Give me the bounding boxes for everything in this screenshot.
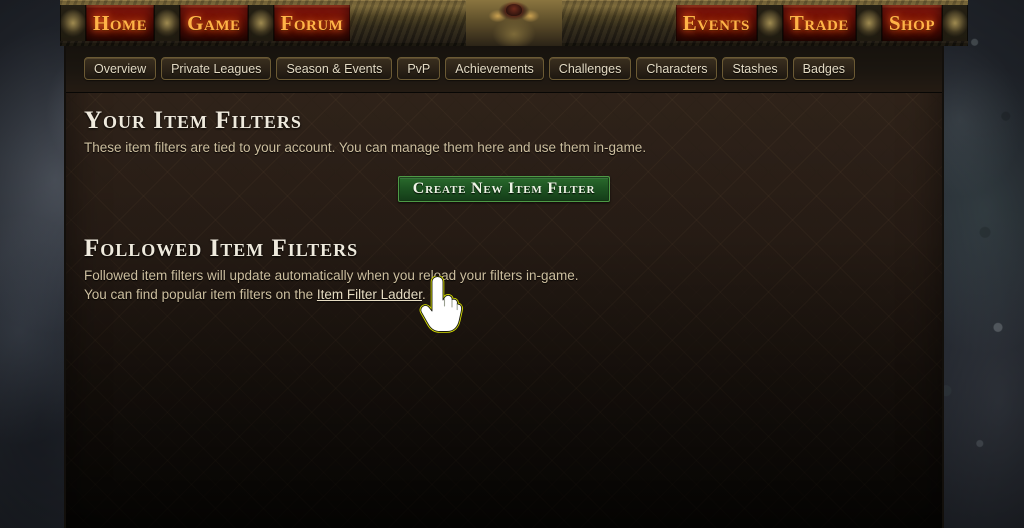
nav-label-game: Game (187, 10, 241, 35)
followed-filters-auto-update-text: Followed item filters will update automa… (84, 268, 579, 283)
tab-achievements[interactable]: Achievements (445, 57, 544, 80)
tab-badges[interactable]: Badges (792, 57, 856, 80)
followed-item-filters-heading: Followed Item Filters (84, 235, 359, 262)
tab-label-stashes: Stashes (732, 61, 778, 76)
nav-label-forum: Forum (280, 10, 344, 35)
nav-label-home: Home (93, 10, 148, 35)
nav-ornament-1 (154, 5, 181, 41)
tab-label-badges: Badges (802, 61, 846, 76)
nav-ornament-left (60, 5, 86, 41)
nav-ornament-4 (855, 5, 882, 41)
followed-item-filters-line-1: Followed item filters will update automa… (84, 266, 924, 285)
tab-label-characters: Characters (646, 61, 708, 76)
create-filter-button-row: Create New Item Filter (84, 176, 924, 202)
tab-label-achievements: Achievements (455, 61, 534, 76)
your-item-filters-section: Your Item Filters These item filters are… (84, 107, 924, 202)
nav-item-trade[interactable]: Trade (782, 5, 856, 41)
tab-label-season-events: Season & Events (286, 61, 383, 76)
create-new-item-filter-button[interactable]: Create New Item Filter (397, 176, 611, 202)
nav-label-trade: Trade (789, 10, 849, 35)
tab-characters[interactable]: Characters (636, 57, 718, 80)
nav-ornament-right (942, 5, 968, 41)
top-banner: Home Game Forum Events Trade Shop (60, 0, 968, 46)
page-root: Home Game Forum Events Trade Shop Overvi… (0, 0, 1024, 528)
account-tab-bar: Overview Private Leagues Season & Events… (66, 45, 942, 93)
create-new-item-filter-label: Create New Item Filter (412, 180, 596, 197)
ladder-sentence-prefix: You can find popular item filters on the (84, 287, 317, 302)
tab-label-challenges: Challenges (558, 61, 622, 76)
tab-label-private-leagues: Private Leagues (171, 61, 262, 76)
nav-ornament-3 (756, 5, 783, 41)
item-filter-ladder-link[interactable]: Item Filter Ladder (317, 287, 422, 302)
nav-item-events[interactable]: Events (675, 5, 757, 41)
ladder-sentence-suffix: . (421, 287, 426, 302)
nav-item-shop[interactable]: Shop (881, 5, 942, 41)
nav-ornament-2 (247, 5, 274, 41)
tab-pvp[interactable]: PvP (397, 57, 441, 80)
your-item-filters-description: These item filters are tied to your acco… (84, 140, 647, 155)
tab-challenges[interactable]: Challenges (548, 57, 632, 80)
tab-private-leagues[interactable]: Private Leagues (161, 57, 272, 80)
nav-label-shop: Shop (888, 10, 935, 35)
banner-center-crest-icon (466, 0, 562, 46)
tab-season-events[interactable]: Season & Events (276, 57, 393, 80)
tab-overview[interactable]: Overview (84, 57, 157, 80)
tab-stashes[interactable]: Stashes (722, 57, 788, 80)
nav-item-home[interactable]: Home (86, 5, 155, 41)
nav-label-events: Events (682, 10, 750, 35)
nav-item-game[interactable]: Game (180, 5, 248, 41)
your-item-filters-heading: Your Item Filters (84, 107, 302, 134)
followed-item-filters-line-2: You can find popular item filters on the… (84, 285, 924, 304)
nav-item-forum[interactable]: Forum (273, 5, 351, 41)
followed-item-filters-section: Followed Item Filters Followed item filt… (84, 235, 924, 304)
panel-content: Your Item Filters These item filters are… (66, 93, 942, 304)
content-panel: Overview Private Leagues Season & Events… (64, 45, 944, 528)
tab-label-overview: Overview (94, 61, 147, 76)
tab-label-pvp: PvP (407, 61, 431, 76)
